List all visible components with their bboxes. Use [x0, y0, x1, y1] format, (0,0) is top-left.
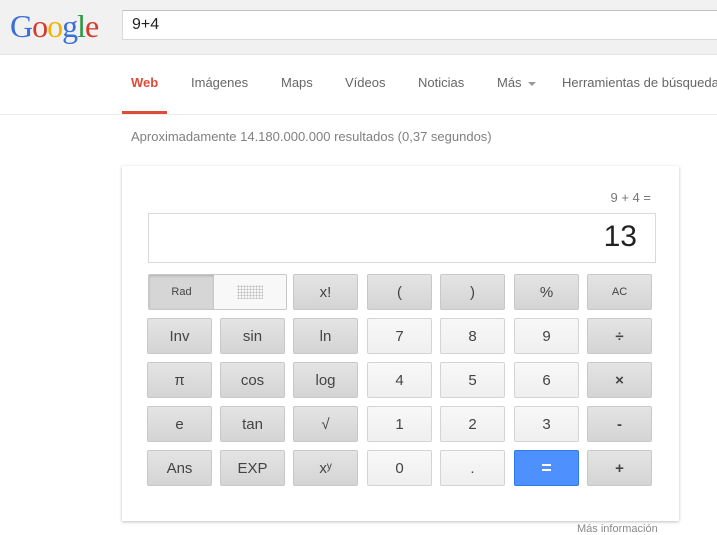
tab-maps[interactable]: Maps	[281, 75, 313, 90]
tab-images[interactable]: Imágenes	[191, 75, 248, 90]
tab-search-tools[interactable]: Herramientas de búsqueda	[562, 75, 717, 90]
digit-7-button[interactable]: 7	[367, 318, 432, 354]
inverse-button[interactable]: Inv	[147, 318, 212, 354]
divide-button[interactable]: ÷	[587, 318, 652, 354]
right-paren-button[interactable]: )	[440, 274, 505, 310]
sin-button[interactable]: sin	[220, 318, 285, 354]
logo-letter-l: l	[77, 8, 86, 44]
search-input[interactable]: 9+4	[122, 10, 717, 40]
calculator-expression: 9 + 4 =	[610, 190, 651, 205]
tab-more-label: Más	[497, 75, 522, 90]
logo-letter-g2: g	[62, 8, 78, 44]
calculator-display: 13	[148, 213, 656, 263]
decimal-point-button[interactable]: .	[440, 450, 505, 486]
equals-button[interactable]: =	[514, 450, 579, 486]
all-clear-button[interactable]: AC	[587, 274, 652, 310]
logo-letter-o2: o	[47, 8, 63, 44]
digit-2-button[interactable]: 2	[440, 406, 505, 442]
angle-mode-toggle[interactable]: Rad	[148, 274, 287, 310]
left-paren-button[interactable]: (	[367, 274, 432, 310]
digit-9-button[interactable]: 9	[514, 318, 579, 354]
digit-4-button[interactable]: 4	[367, 362, 432, 398]
calculator-card: 9 + 4 = 13 Rad x! ( ) % AC Inv sin ln 7 …	[122, 166, 679, 521]
multiply-button[interactable]: ×	[587, 362, 652, 398]
tan-button[interactable]: tan	[220, 406, 285, 442]
result-stats: Aproximadamente 14.180.000.000 resultado…	[131, 129, 492, 144]
google-logo[interactable]: Google	[10, 8, 99, 44]
digit-8-button[interactable]: 8	[440, 318, 505, 354]
exp-button[interactable]: EXP	[220, 450, 285, 486]
digit-6-button[interactable]: 6	[514, 362, 579, 398]
percent-button[interactable]: %	[514, 274, 579, 310]
top-bar: Google 9+4	[0, 0, 717, 55]
minus-button[interactable]: -	[587, 406, 652, 442]
chevron-down-icon	[527, 81, 536, 86]
tab-web[interactable]: Web	[131, 75, 158, 90]
tab-videos[interactable]: Vídeos	[345, 75, 385, 90]
search-tabs: Web Imágenes Maps Vídeos Noticias Más He…	[0, 55, 717, 115]
more-info-link[interactable]: Más información	[577, 523, 658, 535]
logo-letter-g: G	[10, 8, 33, 44]
rad-mode-button[interactable]: Rad	[149, 275, 214, 309]
digit-1-button[interactable]: 1	[367, 406, 432, 442]
digit-0-button[interactable]: 0	[367, 450, 432, 486]
ans-button[interactable]: Ans	[147, 450, 212, 486]
sqrt-button[interactable]: √	[293, 406, 358, 442]
cos-button[interactable]: cos	[220, 362, 285, 398]
digit-3-button[interactable]: 3	[514, 406, 579, 442]
pi-button[interactable]: π	[147, 362, 212, 398]
euler-button[interactable]: e	[147, 406, 212, 442]
tab-news[interactable]: Noticias	[418, 75, 464, 90]
active-tab-underline	[122, 111, 167, 114]
ln-button[interactable]: ln	[293, 318, 358, 354]
plus-button[interactable]: +	[587, 450, 652, 486]
deg-mode-button[interactable]	[214, 275, 286, 309]
log-button[interactable]: log	[293, 362, 358, 398]
power-button[interactable]: xʸ	[293, 450, 358, 486]
digit-5-button[interactable]: 5	[440, 362, 505, 398]
factorial-button[interactable]: x!	[293, 274, 358, 310]
logo-letter-o1: o	[32, 8, 48, 44]
calculator-result: 13	[603, 220, 637, 253]
logo-letter-e: e	[85, 8, 99, 44]
tab-more[interactable]: Más	[497, 75, 536, 90]
dotted-grid-icon	[237, 285, 263, 299]
